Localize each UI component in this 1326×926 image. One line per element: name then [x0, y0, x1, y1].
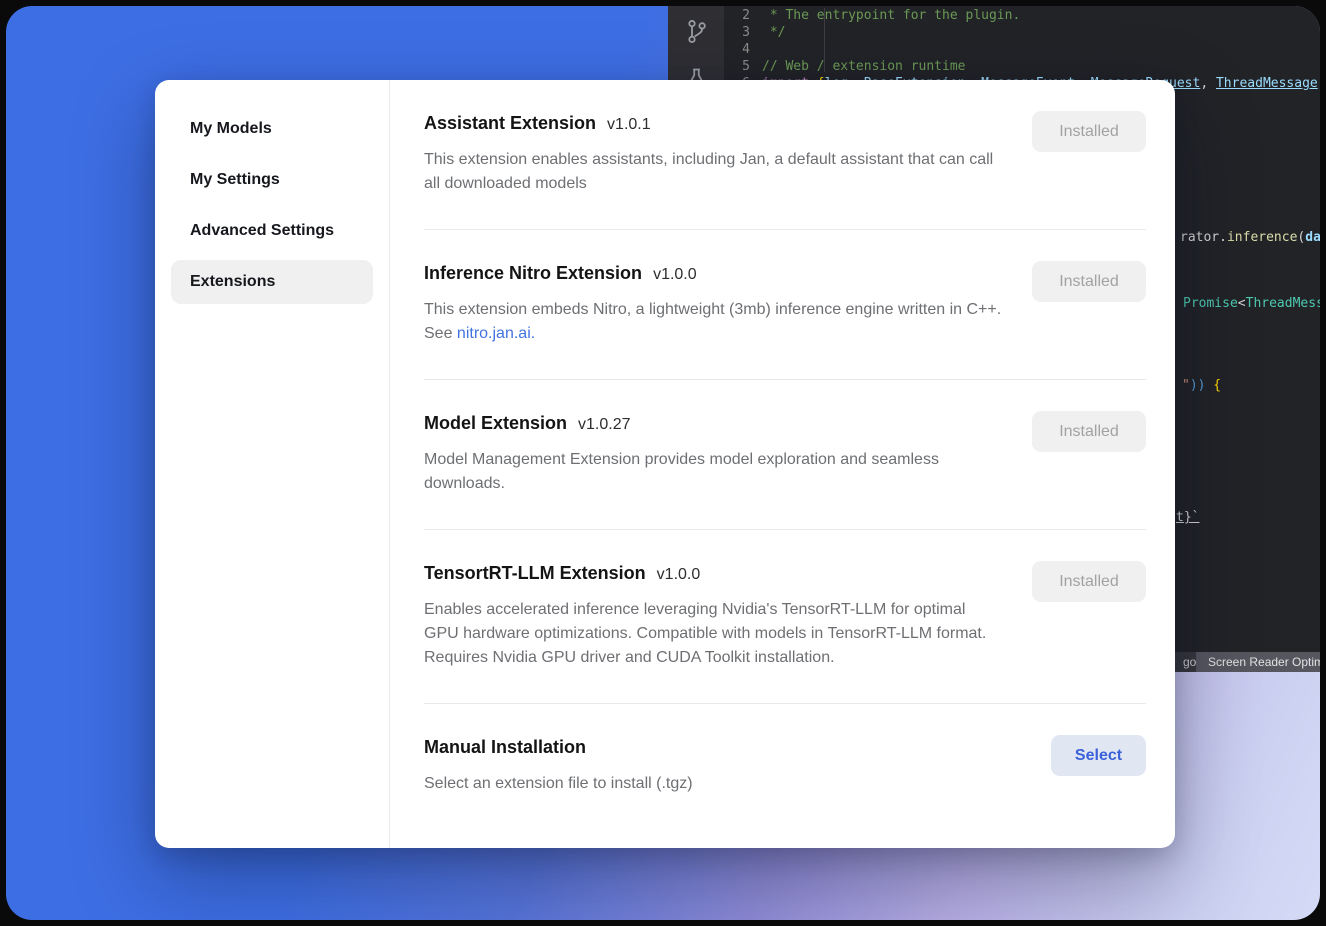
line-number: 5 [724, 58, 750, 75]
sidebar-item-label: Extensions [190, 273, 275, 291]
sidebar-item-my-settings[interactable]: My Settings [171, 158, 373, 202]
extension-description: Model Management Extension provides mode… [424, 448, 1004, 496]
code-fragment-brace: ")) { [1182, 378, 1221, 393]
extension-row-model: Model Extension v1.0.27 Model Management… [424, 380, 1146, 530]
manual-installation-title: Manual Installation [424, 735, 586, 759]
extension-version: v1.0.0 [653, 266, 697, 284]
extension-name: TensortRT-LLM Extension [424, 561, 646, 585]
installed-button[interactable]: Installed [1032, 411, 1146, 452]
extension-description: Enables accelerated inference leveraging… [424, 598, 1004, 670]
installed-button[interactable]: Installed [1032, 261, 1146, 302]
sidebar-item-extensions[interactable]: Extensions [171, 260, 373, 304]
sidebar-item-label: Advanced Settings [190, 222, 334, 240]
code-text: ThreadMessage [1216, 75, 1318, 92]
code-fragment-promise: Promise<ThreadMessage> [1183, 296, 1320, 311]
line-number: 2 [724, 7, 750, 24]
code-text: , [1318, 75, 1320, 92]
line-number: 3 [724, 24, 750, 41]
extension-row-tensorrt-llm: TensortRT-LLM Extension v1.0.0 Enables a… [424, 530, 1146, 704]
source-control-icon[interactable] [683, 18, 710, 45]
extension-row-assistant: Assistant Extension v1.0.1 This extensio… [424, 80, 1146, 230]
code-text: * The entrypoint for the plugin. [762, 7, 1020, 24]
select-file-button[interactable]: Select [1051, 735, 1146, 776]
extension-version: v1.0.27 [578, 416, 630, 434]
manual-installation-description: Select an extension file to install (.tg… [424, 772, 693, 796]
sidebar-item-advanced-settings[interactable]: Advanced Settings [171, 209, 373, 253]
nitro-jan-ai-link[interactable]: nitro.jan.ai. [457, 325, 535, 342]
extension-name: Assistant Extension [424, 111, 596, 135]
installed-button[interactable]: Installed [1032, 561, 1146, 602]
desktop-wallpaper: 2 * The entrypoint for the plugin. 3 */ … [6, 6, 1320, 920]
extension-description: This extension embeds Nitro, a lightweig… [424, 298, 1004, 346]
extensions-list: Assistant Extension v1.0.1 This extensio… [390, 80, 1175, 848]
installed-button[interactable]: Installed [1032, 111, 1146, 152]
extension-description: This extension enables assistants, inclu… [424, 148, 1004, 196]
screen-reader-optimized-badge[interactable]: Screen Reader Optimized [1196, 652, 1320, 672]
code-line-2: 2 * The entrypoint for the plugin. [724, 7, 1320, 24]
code-text: , [1200, 75, 1216, 92]
sidebar-item-my-models[interactable]: My Models [171, 107, 373, 151]
manual-installation-row: Manual Installation Select an extension … [424, 704, 1146, 829]
extension-version: v1.0.1 [607, 116, 651, 134]
extension-name: Inference Nitro Extension [424, 261, 642, 285]
sidebar-item-label: My Models [190, 120, 272, 138]
code-text: // Web / extension runtime [762, 58, 966, 75]
extension-row-inference-nitro: Inference Nitro Extension v1.0.0 This ex… [424, 230, 1146, 380]
extension-name: Model Extension [424, 411, 567, 435]
extension-version: v1.0.0 [657, 566, 701, 584]
settings-modal: My Models My Settings Advanced Settings … [155, 80, 1175, 848]
code-fragment-inference: rator.inference(data)); [1180, 230, 1320, 245]
line-number: 4 [724, 41, 750, 58]
sidebar-item-label: My Settings [190, 171, 280, 189]
code-line-5: 5 // Web / extension runtime [724, 58, 1320, 75]
code-text: */ [762, 24, 785, 41]
code-line-3: 3 */ [724, 24, 1320, 41]
settings-sidebar: My Models My Settings Advanced Settings … [155, 80, 390, 848]
code-line-4: 4 [724, 41, 1320, 58]
status-bar-text: go [1183, 655, 1196, 669]
code-fragment-template-end: t}` [1176, 510, 1199, 525]
